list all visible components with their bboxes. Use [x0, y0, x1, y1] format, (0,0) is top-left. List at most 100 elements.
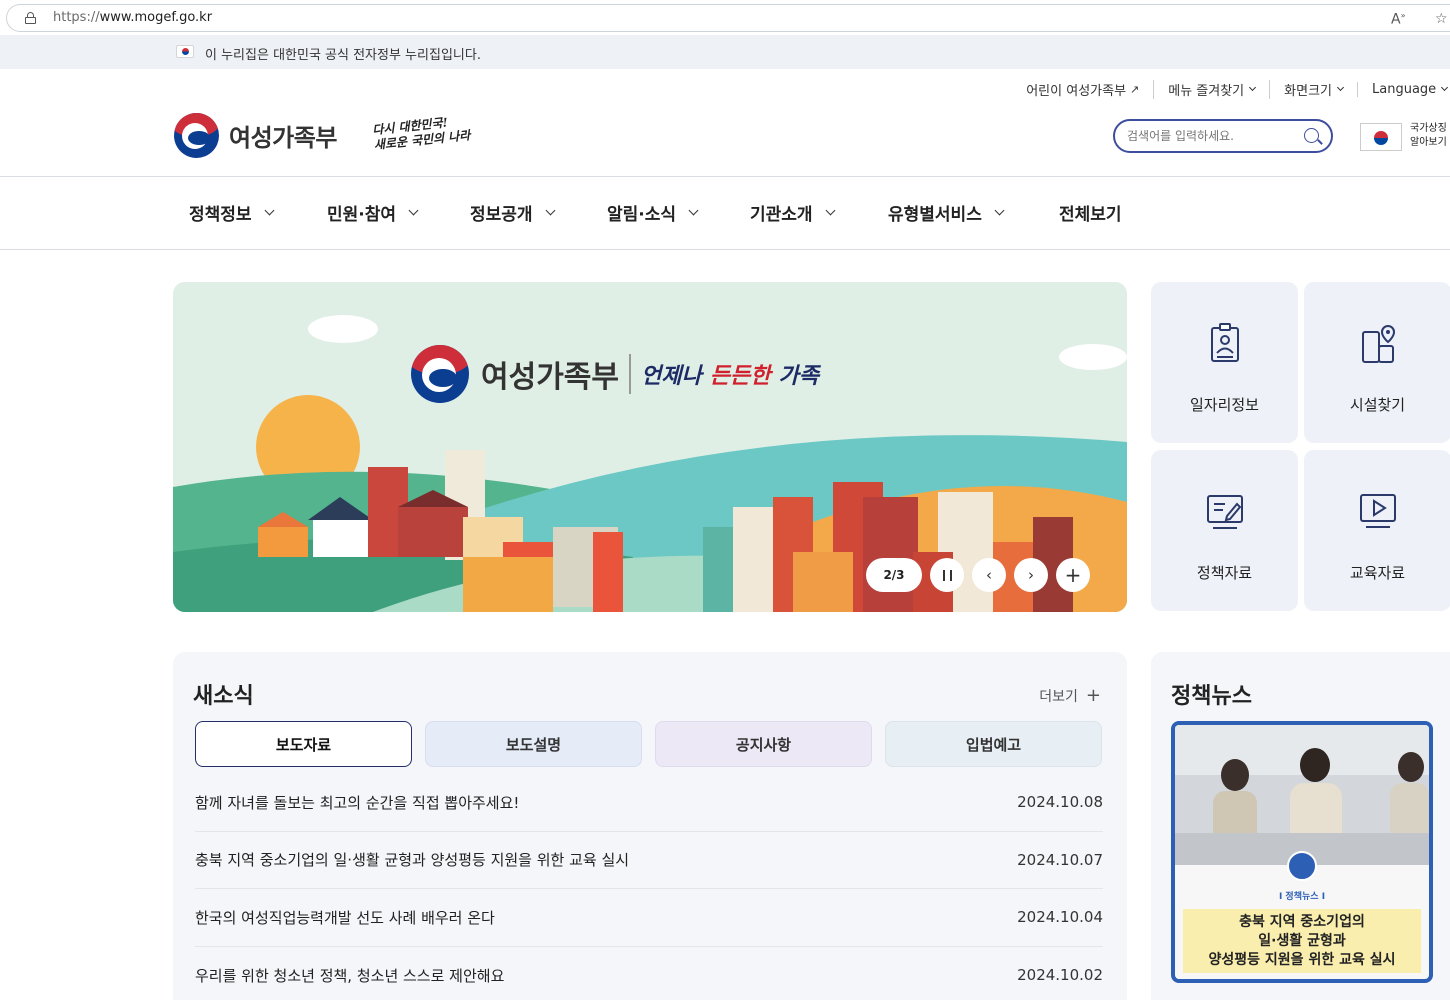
korea-flag-icon — [1360, 123, 1402, 151]
classroom-photo-illustration — [1175, 725, 1429, 865]
news-section-title: 새소식 — [193, 684, 254, 709]
government-emblem-icon — [411, 345, 469, 403]
chevron-down-icon — [1249, 83, 1257, 91]
government-emblem-icon — [174, 113, 219, 158]
building-pin-icon — [1361, 324, 1395, 363]
news-item-title[interactable]: 우리를 위한 청소년 정책, 청소년 스스로 제안해요 — [195, 965, 504, 986]
list-item[interactable]: 함께 자녀를 돌보는 최고의 순간을 직접 뽑아주세요! 2024.10.08 — [195, 774, 1103, 832]
policy-news-section: 정책뉴스 I 정책뉴스 I 충북 지역 중소기업의 일·생활 균형과 양성평등 … — [1151, 652, 1450, 1000]
site-logo[interactable]: 여성가족부 — [174, 113, 337, 158]
tab-notices[interactable]: 공지사항 — [655, 721, 872, 767]
news-item-title[interactable]: 충북 지역 중소기업의 일·생활 균형과 양성평등 지원을 위한 교육 실시 — [195, 849, 629, 870]
kids-site-label: 어린이 여성가족부 — [1026, 83, 1127, 99]
url-field[interactable]: https://www.mogef.go.kr A» ☆ — [6, 4, 1450, 32]
news-more-label: 더보기 — [1039, 688, 1078, 705]
quicklink-education-materials[interactable]: 교육자료 — [1304, 450, 1450, 611]
policy-news-caption: I 정책뉴스 I — [1278, 892, 1326, 902]
nav-divider — [0, 249, 1450, 250]
document-edit-icon — [1206, 495, 1243, 529]
plus-icon: + — [1064, 563, 1082, 587]
hero-title: 여성가족부 언제나 든든한 가족 — [411, 345, 819, 403]
header-divider — [0, 176, 1450, 177]
search-icon[interactable] — [1304, 128, 1319, 143]
browser-address-bar: https://www.mogef.go.kr A» ☆ — [0, 0, 1450, 35]
tab-press-explanation[interactable]: 보도설명 — [425, 721, 642, 767]
quicklink-label: 정책자료 — [1196, 564, 1253, 582]
nav-news[interactable]: 알림·소식 — [607, 200, 750, 225]
chevron-down-icon — [264, 205, 275, 216]
list-item[interactable]: 우리를 위한 청소년 정책, 청소년 스스로 제안해요 2024.10.02 — [195, 947, 1103, 1000]
news-item-date: 2024.10.07 — [1017, 850, 1103, 869]
nav-services-by-type[interactable]: 유형별서비스 — [888, 200, 1059, 225]
video-play-icon — [1359, 494, 1396, 528]
hero-title-separator — [629, 354, 631, 394]
hero-slogan-part-2: 든든한 — [709, 364, 771, 389]
slogan: 다시 대한민국! 새로운 국민의 나라 — [372, 113, 475, 153]
hero-banner[interactable]: 여성가족부 언제나 든든한 가족 2/3 ‹ › + — [173, 282, 1127, 612]
news-list: 함께 자녀를 돌보는 최고의 순간을 직접 뽑아주세요! 2024.10.08 … — [195, 774, 1103, 1000]
policy-news-photo — [1175, 725, 1429, 865]
news-item-date: 2024.10.02 — [1017, 966, 1103, 985]
chevron-down-icon — [1336, 83, 1345, 91]
nav-civil-participation[interactable]: 민원·참여 — [327, 200, 470, 225]
lock-icon[interactable] — [25, 12, 36, 24]
prev-slide-button[interactable]: ‹ — [972, 558, 1006, 592]
news-item-title[interactable]: 한국의 여성직업능력개발 선도 사례 배우러 온다 — [195, 907, 495, 928]
zoom-button[interactable]: 화면크기 — [1269, 79, 1357, 99]
policy-news-headline: 충북 지역 중소기업의 일·생활 균형과 양성평등 지원을 위한 교육 실시 — [1183, 909, 1421, 973]
slide-pager: 2/3 — [866, 558, 922, 592]
nav-view-all[interactable]: 전체보기 — [1059, 200, 1122, 225]
quicklink-label: 일자리정보 — [1189, 396, 1259, 414]
policy-news-title: 정책뉴스 — [1171, 684, 1252, 709]
chevron-down-icon — [1441, 83, 1449, 91]
quicklink-jobs[interactable]: 일자리정보 — [1151, 282, 1298, 443]
search-input[interactable] — [1127, 127, 1287, 145]
news-badge-icon — [1287, 851, 1317, 881]
chevron-down-icon — [994, 205, 1005, 216]
logo-name: 여성가족부 — [229, 124, 337, 152]
chevron-down-icon — [688, 205, 699, 216]
hero-slogan-part-3: 가족 — [778, 364, 819, 389]
read-aloud-icon[interactable]: A» — [1391, 11, 1405, 28]
chevron-down-icon — [408, 205, 419, 216]
news-item-title[interactable]: 함께 자녀를 돌보는 최고의 순간을 직접 뽑아주세요! — [195, 792, 519, 813]
gov-banner-text[interactable]: 이 누리집은 대한민국 공식 전자정부 누리집입니다. — [205, 44, 481, 63]
news-item-date: 2024.10.04 — [1017, 908, 1103, 927]
nav-info-disclosure[interactable]: 정보공개 — [470, 200, 607, 225]
kids-site-link[interactable]: 어린이 여성가족부 ↗ — [1012, 80, 1153, 99]
chevron-right-icon: › — [1028, 566, 1034, 584]
list-item[interactable]: 충북 지역 중소기업의 일·생활 균형과 양성평등 지원을 위한 교육 실시 2… — [195, 832, 1103, 889]
language-button[interactable]: Language — [1357, 81, 1450, 97]
plus-icon: + — [1085, 685, 1101, 706]
policy-news-card[interactable]: I 정책뉴스 I 충북 지역 중소기업의 일·생활 균형과 양성평등 지원을 위… — [1171, 721, 1433, 983]
news-item-date: 2024.10.08 — [1017, 793, 1103, 812]
hero-slogan-part-1: 언제나 — [641, 364, 702, 389]
national-symbols-link[interactable]: 국가상징 알아보기 — [1360, 122, 1450, 152]
url-text[interactable]: https://www.mogef.go.kr — [53, 10, 212, 25]
menu-favorites-label: 메뉴 즐겨찾기 — [1168, 83, 1245, 99]
nav-policy-info[interactable]: 정책정보 — [189, 200, 327, 225]
hero-org-name: 여성가족부 — [481, 360, 619, 395]
search-box — [1113, 119, 1333, 153]
nav-about[interactable]: 기관소개 — [750, 200, 888, 225]
news-section: 새소식 더보기 + 보도자료 보도설명 공지사항 입법예고 함께 자녀를 돌보는… — [173, 652, 1127, 1000]
quicklink-policy-materials[interactable]: 정책자료 — [1151, 450, 1298, 611]
chevron-down-icon — [545, 205, 556, 216]
menu-favorites-button[interactable]: 메뉴 즐겨찾기 — [1153, 79, 1269, 99]
language-label: Language — [1372, 81, 1437, 97]
list-item[interactable]: 한국의 여성직업능력개발 선도 사례 배우러 온다 2024.10.04 — [195, 889, 1103, 947]
pause-button[interactable] — [930, 558, 964, 592]
news-more-link[interactable]: 더보기 + — [1039, 685, 1101, 706]
view-all-slides-button[interactable]: + — [1056, 558, 1090, 592]
gov-banner: 이 누리집은 대한민국 공식 전자정부 누리집입니다. — [0, 35, 1450, 69]
quicklink-label: 시설찾기 — [1349, 396, 1406, 414]
national-symbols-label: 국가상징 알아보기 — [1410, 123, 1447, 148]
tab-press-release[interactable]: 보도자료 — [195, 721, 412, 767]
quicklink-label: 교육자료 — [1349, 564, 1406, 582]
quicklink-facilities[interactable]: 시설찾기 — [1304, 282, 1450, 443]
tab-legislative-notice[interactable]: 입법예고 — [885, 721, 1102, 767]
star-icon[interactable]: ☆ — [1435, 11, 1448, 27]
id-card-icon — [1210, 323, 1239, 362]
next-slide-button[interactable]: › — [1014, 558, 1048, 592]
pause-icon — [942, 569, 952, 581]
